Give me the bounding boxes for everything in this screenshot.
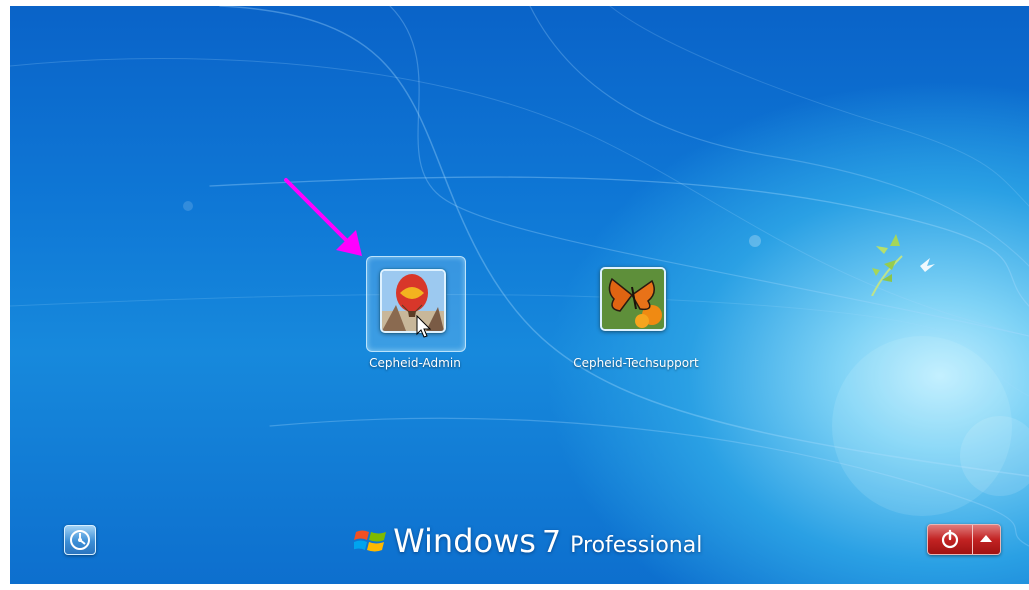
user-name-label[interactable]: Cepheid-Techsupport [566, 356, 706, 370]
windows-branch-logo [871, 234, 935, 296]
edition-label: Professional [570, 533, 703, 558]
ease-of-access-button[interactable] [64, 525, 96, 555]
arrow-up-icon [980, 535, 992, 542]
annotation-arrow [284, 178, 362, 256]
logon-screen: Cepheid-Admin Cepheid-Techsupport Window… [10, 6, 1029, 584]
hot-air-balloon-picture [380, 269, 446, 333]
shutdown-options-button[interactable] [972, 525, 1000, 554]
shutdown-button-group [927, 524, 1001, 555]
power-icon [941, 529, 959, 549]
shutdown-button[interactable] [928, 525, 972, 554]
ease-of-access-icon [70, 530, 90, 550]
version-number: 7 [541, 525, 562, 560]
user-tile-cepheid-admin[interactable] [366, 256, 464, 350]
mouse-pointer-icon [416, 315, 432, 338]
windows-flag-icon [352, 530, 386, 552]
user-name-label[interactable]: Cepheid-Admin [350, 356, 480, 370]
butterfly-picture [600, 267, 666, 331]
windows-wordmark: Windows [393, 522, 536, 560]
user-tile-cepheid-techsupport[interactable] [594, 258, 692, 352]
windows-branding: Windows 7 Professional [352, 522, 703, 560]
